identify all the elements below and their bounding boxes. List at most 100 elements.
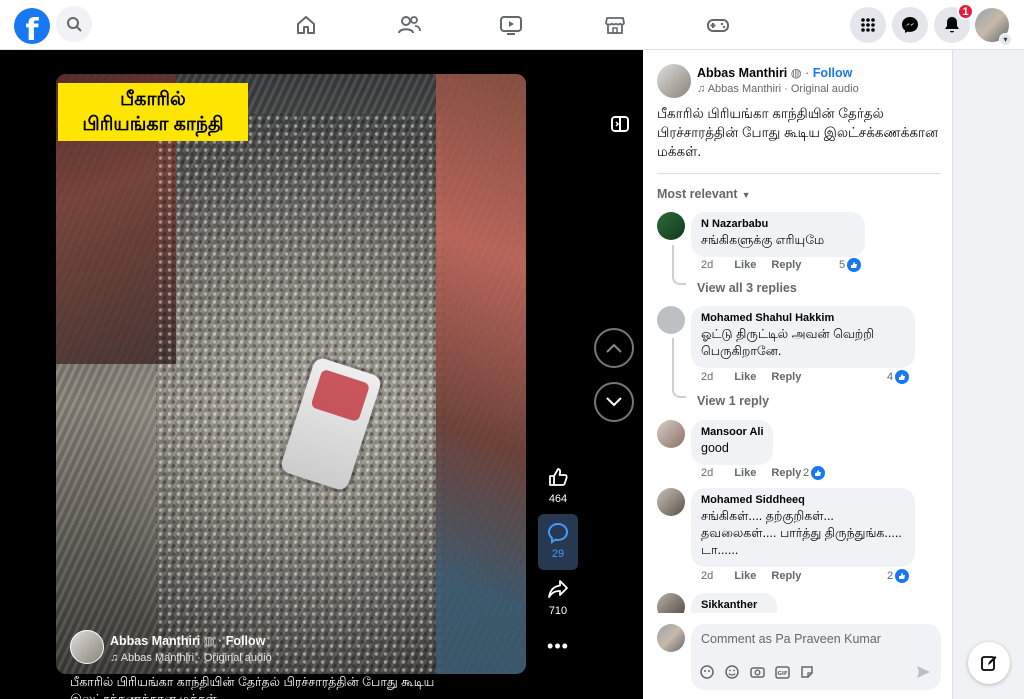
video-overlay-caption: பீகாரில் பிரியங்கா காந்தி (58, 83, 248, 141)
avatar[interactable] (657, 420, 685, 448)
grid-menu-icon (861, 18, 875, 32)
camera-icon[interactable] (749, 664, 765, 680)
search-icon (67, 17, 82, 32)
chevron-up-icon (606, 343, 622, 353)
chevron-down-icon (606, 397, 622, 407)
reaction-count[interactable]: 4 (887, 370, 910, 384)
author-name[interactable]: Abbas Manthiri (697, 66, 787, 80)
nav-video[interactable] (498, 12, 524, 38)
comment-count: 29 (551, 548, 565, 560)
avatar[interactable] (657, 593, 685, 613)
menu-button[interactable] (850, 7, 886, 43)
send-icon[interactable] (915, 664, 931, 685)
reaction-count[interactable]: 2 (887, 569, 910, 583)
comment-meta: 2d Like Reply (701, 570, 801, 582)
avatar[interactable] (657, 212, 685, 240)
commenter-name[interactable]: Mohamed Siddheeq (701, 494, 905, 506)
comment-meta: 2d Like Reply (701, 371, 801, 383)
caption-line: பீகாரில் (120, 89, 186, 110)
sort-label: Most relevant (657, 187, 738, 201)
comment-time[interactable]: 2d (701, 259, 713, 271)
share-action[interactable]: 710 (535, 578, 581, 617)
audio-label[interactable]: Abbas Manthiri · Original audio (708, 83, 859, 95)
reply-link[interactable]: Reply (771, 371, 801, 383)
avatar[interactable] (657, 306, 685, 334)
messenger-button[interactable] (892, 7, 928, 43)
notifications-button[interactable]: 1 (934, 3, 974, 43)
commenter-name[interactable]: N Nazarbabu (701, 218, 855, 230)
view-replies-link[interactable]: View all 3 replies (697, 281, 797, 295)
reaction-count-number: 2 (887, 570, 894, 582)
nav-marketplace[interactable] (602, 12, 628, 38)
emoji-icon[interactable] (724, 664, 740, 680)
nav-home[interactable] (293, 12, 319, 38)
gif-icon[interactable]: GIF (774, 664, 790, 680)
comments-panel: Abbas Manthiri ◍ · Follow ♫ Abbas Manthi… (643, 50, 953, 699)
comment-sort-dropdown[interactable]: Most relevant ▼ (657, 187, 751, 201)
comment-text: ஓட்டு திருட்டில் அவன் வெற்றி பெருகிறானே. (701, 327, 875, 358)
avatar[interactable] (657, 488, 685, 516)
commenter-name[interactable]: Mansoor Ali (701, 426, 764, 438)
comment-text: சங்கிகள்.... தற்குறிகள்... தவலைகள்.... ப… (701, 509, 902, 557)
comment-time[interactable]: 2d (701, 371, 713, 383)
previous-video-button[interactable] (594, 328, 634, 368)
like-link[interactable]: Like (734, 570, 756, 582)
comment-input[interactable]: Comment as Pa Praveen Kumar GIF (691, 624, 941, 690)
comment-icon (547, 522, 569, 544)
like-link[interactable]: Like (734, 259, 756, 271)
avatar (657, 624, 685, 652)
home-icon (297, 16, 315, 34)
messenger-icon (902, 17, 918, 33)
view-replies-link[interactable]: View 1 reply (697, 394, 769, 408)
comment-time[interactable]: 2d (701, 570, 713, 582)
comment-input-placeholder: Comment as Pa Praveen Kumar (701, 632, 881, 646)
commenter-name[interactable]: Mohamed Shahul Hakkim (701, 312, 905, 324)
reaction-count[interactable]: 5 (839, 258, 862, 272)
reply-link[interactable]: Reply (771, 570, 801, 582)
music-note-icon: ♫ (697, 83, 708, 95)
next-video-button[interactable] (594, 382, 634, 422)
avatar-sticker-icon[interactable] (699, 664, 715, 680)
reply-link[interactable]: Reply (771, 467, 801, 479)
more-options-icon[interactable]: ••• (535, 636, 581, 657)
new-message-button[interactable] (968, 642, 1010, 684)
comment-icon-wrap (547, 522, 569, 549)
video-player[interactable] (56, 74, 526, 674)
comment-text: good (701, 441, 729, 455)
follow-link[interactable]: Follow (226, 634, 266, 648)
collapse-panel-icon[interactable] (610, 114, 630, 134)
facebook-logo[interactable]: f (14, 8, 50, 44)
sticker-icon[interactable] (799, 664, 815, 680)
like-action[interactable]: 464 (535, 466, 581, 505)
reaction-count[interactable]: 2 (803, 466, 826, 480)
commenter-name[interactable]: Sikkanther (701, 599, 767, 611)
search-button[interactable] (56, 6, 92, 42)
like-link[interactable]: Like (734, 371, 756, 383)
share-count: 710 (548, 605, 568, 617)
avatar[interactable] (70, 630, 104, 664)
like-link[interactable]: Like (734, 467, 756, 479)
video-description: பீகாரில் பிரியங்கா காந்தியின் தேர்தல் பி… (70, 675, 435, 699)
nav-friends[interactable] (396, 12, 422, 38)
comment-text: சங்கிகளுக்கு எரியுமே (701, 233, 825, 247)
nav-gaming[interactable] (705, 12, 731, 38)
reaction-count-number: 4 (887, 371, 894, 383)
comment-action[interactable]: 29 (538, 514, 578, 570)
comment-bubble: Mansoor Ali good (691, 420, 773, 465)
thumbs-up-icon (847, 258, 862, 272)
avatar[interactable] (657, 64, 691, 98)
audio-line: ♫ Abbas Manthiri · Original audio (110, 652, 272, 664)
chevron-down-icon[interactable]: ▾ (999, 33, 1012, 46)
author-name[interactable]: Abbas Manthiri (110, 634, 200, 648)
video-scene-building (436, 74, 526, 674)
reply-link[interactable]: Reply (771, 259, 801, 271)
comment-bubble: N Nazarbabu சங்கிகளுக்கு எரியுமே (691, 212, 865, 257)
audio-line: ♫ Abbas Manthiri · Original audio (697, 83, 859, 95)
thread-line (672, 338, 686, 398)
audio-label[interactable]: Abbas Manthiri · Original audio (121, 652, 272, 664)
follow-link[interactable]: Follow (813, 66, 853, 80)
reaction-count-number: 2 (803, 467, 810, 479)
comment-time[interactable]: 2d (701, 467, 713, 479)
composer-tools: GIF (699, 664, 815, 680)
globe-icon: ◍ · (203, 634, 226, 648)
